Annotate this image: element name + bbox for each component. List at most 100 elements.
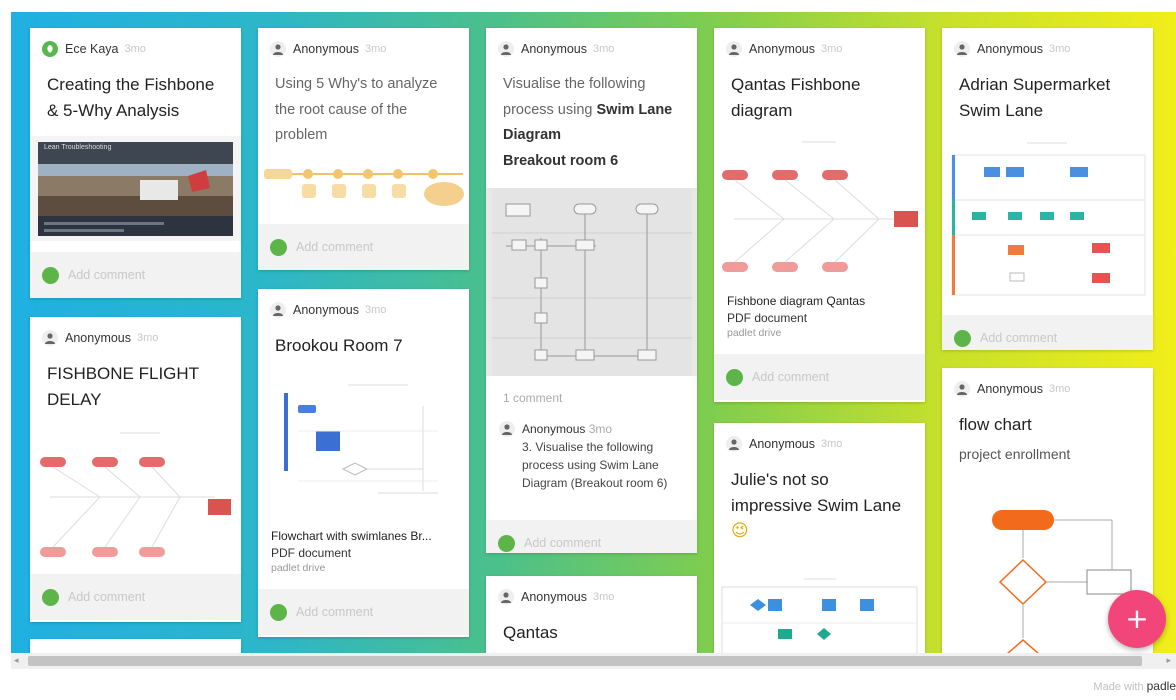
post-author: Anonymous [749, 42, 816, 56]
add-post-button[interactable]: + [1108, 590, 1166, 648]
comment-count[interactable]: 1 comment [503, 391, 562, 405]
post-card-qantas-fishbone[interactable]: Anonymous 3mo Qantas Fishbone diagram Fi… [714, 28, 925, 402]
post-title: FISHBONE FLIGHT DELAY [47, 364, 199, 409]
scroll-right-arrow-icon[interactable]: ▸ [1166, 655, 1171, 666]
add-comment-button[interactable]: Add comment [486, 520, 697, 553]
add-comment-label: Add comment [752, 370, 830, 384]
post-image-thumbnail[interactable] [942, 133, 1153, 303]
anonymous-user-icon [729, 44, 739, 55]
user-avatar [42, 41, 58, 57]
post-image-thumbnail[interactable] [30, 427, 241, 567]
scrollbar-thumb[interactable] [28, 656, 1142, 666]
post-header: Anonymous 3mo [270, 38, 457, 60]
post-attachment-preview[interactable] [258, 381, 469, 521]
commenter-avatar [499, 421, 515, 437]
post-card-fishbone-flight-delay[interactable]: Anonymous 3mo FISHBONE FLIGHT DELAY Add … [30, 317, 241, 622]
user-avatar [954, 381, 970, 397]
post-time: 3mo [1049, 383, 1071, 395]
comment-time: 3mo [588, 422, 613, 436]
comment-avatar-icon [270, 238, 287, 256]
attachment-info[interactable]: Flowchart with swimlanes Br... PDF docum… [271, 529, 459, 574]
post-card-brookou-room-7[interactable]: Anonymous 3mo Brookou Room 7 Flowchart w… [258, 289, 469, 637]
post-time: 3mo [365, 304, 387, 316]
post-author: Anonymous [521, 590, 588, 604]
user-avatar [270, 41, 286, 57]
post-card-fishbone-5why[interactable]: Ece Kaya 3mo Creating the Fishbone & 5-W… [30, 28, 241, 298]
post-title: Qantas Fishbone diagram [731, 75, 861, 120]
fishbone-diagram-image [722, 141, 918, 272]
post-title: Qantas [503, 623, 558, 642]
fishbone-diagram-image [40, 432, 231, 557]
post-title: Adrian Supermarket Swim Lane [959, 75, 1111, 120]
post-card-swim-lane-breakout-6[interactable]: Anonymous 3mo Visualise the following pr… [486, 28, 697, 553]
add-comment-button[interactable]: Add comment [258, 224, 469, 270]
made-with-footer[interactable]: Made with padle [1093, 679, 1176, 693]
post-header: Anonymous 3mo [42, 327, 229, 349]
post-title: flow chart [959, 415, 1032, 434]
post-author: Anonymous [293, 303, 360, 317]
swimlane-diagram-image [721, 578, 918, 653]
attachment-info[interactable]: Fishbone diagram Qantas PDF document pad… [727, 294, 915, 339]
add-comment-label: Add comment [524, 536, 602, 550]
post-author: Anonymous [977, 382, 1044, 396]
post-image-thumbnail[interactable] [486, 188, 697, 376]
comment-avatar-icon [726, 368, 743, 386]
comment-avatar-icon [498, 534, 515, 552]
post-time: 3mo [1049, 43, 1071, 55]
comment-avatar-icon [42, 588, 59, 606]
post-time: 3mo [593, 43, 615, 55]
user-avatar [498, 589, 514, 605]
add-comment-button[interactable]: Add comment [30, 574, 241, 620]
post-card-julie-swim-lane[interactable]: Anonymous 3mo Julie's not so impressive … [714, 423, 925, 653]
user-avatar [954, 41, 970, 57]
add-comment-button[interactable]: Add comment [714, 354, 925, 400]
post-header: Anonymous 3mo [954, 38, 1141, 60]
post-time: 3mo [821, 438, 843, 450]
post-image-thumbnail[interactable] [258, 160, 469, 216]
post-image-thumbnail[interactable]: Lean Troubleshooting [30, 136, 241, 241]
attachment-type: PDF document [271, 546, 352, 560]
add-comment-button[interactable]: Add comment [30, 252, 241, 298]
add-comment-button[interactable]: Add comment [258, 589, 469, 635]
add-comment-label: Add comment [980, 331, 1058, 345]
post-body-line2: Breakout room 6 [503, 152, 619, 169]
comment-avatar-icon [270, 603, 287, 621]
post-author: Anonymous [293, 42, 360, 56]
post-image-thumbnail[interactable] [714, 573, 925, 653]
swimlane-diagram-image [951, 142, 1146, 296]
post-time: 3mo [137, 332, 159, 344]
post-body: project enrollment [959, 445, 1071, 462]
post-header: Anonymous 3mo [726, 38, 913, 60]
post-header: Ece Kaya 3mo [42, 38, 229, 60]
anonymous-user-icon [45, 333, 55, 344]
scroll-left-arrow-icon[interactable]: ◂ [14, 655, 19, 666]
post-card-adrian-swim-lane[interactable]: Anonymous 3mo Adrian Supermarket Swim La… [942, 28, 1153, 350]
anonymous-user-icon [729, 439, 739, 450]
add-comment-button[interactable]: Add comment [942, 315, 1153, 350]
horizontal-scrollbar[interactable]: ◂ ▸ [11, 653, 1176, 669]
post-card-qantas[interactable]: Anonymous 3mo Qantas [486, 576, 697, 653]
post-attachment-preview[interactable] [714, 134, 925, 284]
user-avatar [726, 41, 742, 57]
post-header: Anonymous 3mo [498, 38, 685, 60]
post-card-partial[interactable] [30, 639, 241, 653]
add-comment-label: Add comment [296, 605, 374, 619]
swimlane-diagram-image [492, 188, 692, 376]
comment-avatar-icon [42, 266, 59, 284]
footer-prefix: Made with [1093, 681, 1144, 693]
five-whys-diagram-image [264, 169, 464, 206]
comment-text: Anonymous 3mo 3. Visualise the following… [522, 420, 685, 492]
comment-author: Anonymous [522, 422, 586, 436]
post-time: 3mo [365, 43, 387, 55]
post-time: 3mo [593, 591, 615, 603]
leaf-icon [47, 45, 53, 53]
post-title: Julie's not so impressive Swim Lane 😉 [731, 467, 908, 545]
anonymous-user-icon [273, 44, 283, 55]
wink-emoji: 😉 [731, 521, 749, 541]
post-card-5-whys[interactable]: Anonymous 3mo Using 5 Why's to analyze t… [258, 28, 469, 270]
post-author: Anonymous [521, 42, 588, 56]
post-body: Visualise the following process using Sw… [503, 72, 680, 174]
post-header: Anonymous 3mo [270, 299, 457, 321]
user-avatar [498, 41, 514, 57]
user-avatar [42, 330, 58, 346]
